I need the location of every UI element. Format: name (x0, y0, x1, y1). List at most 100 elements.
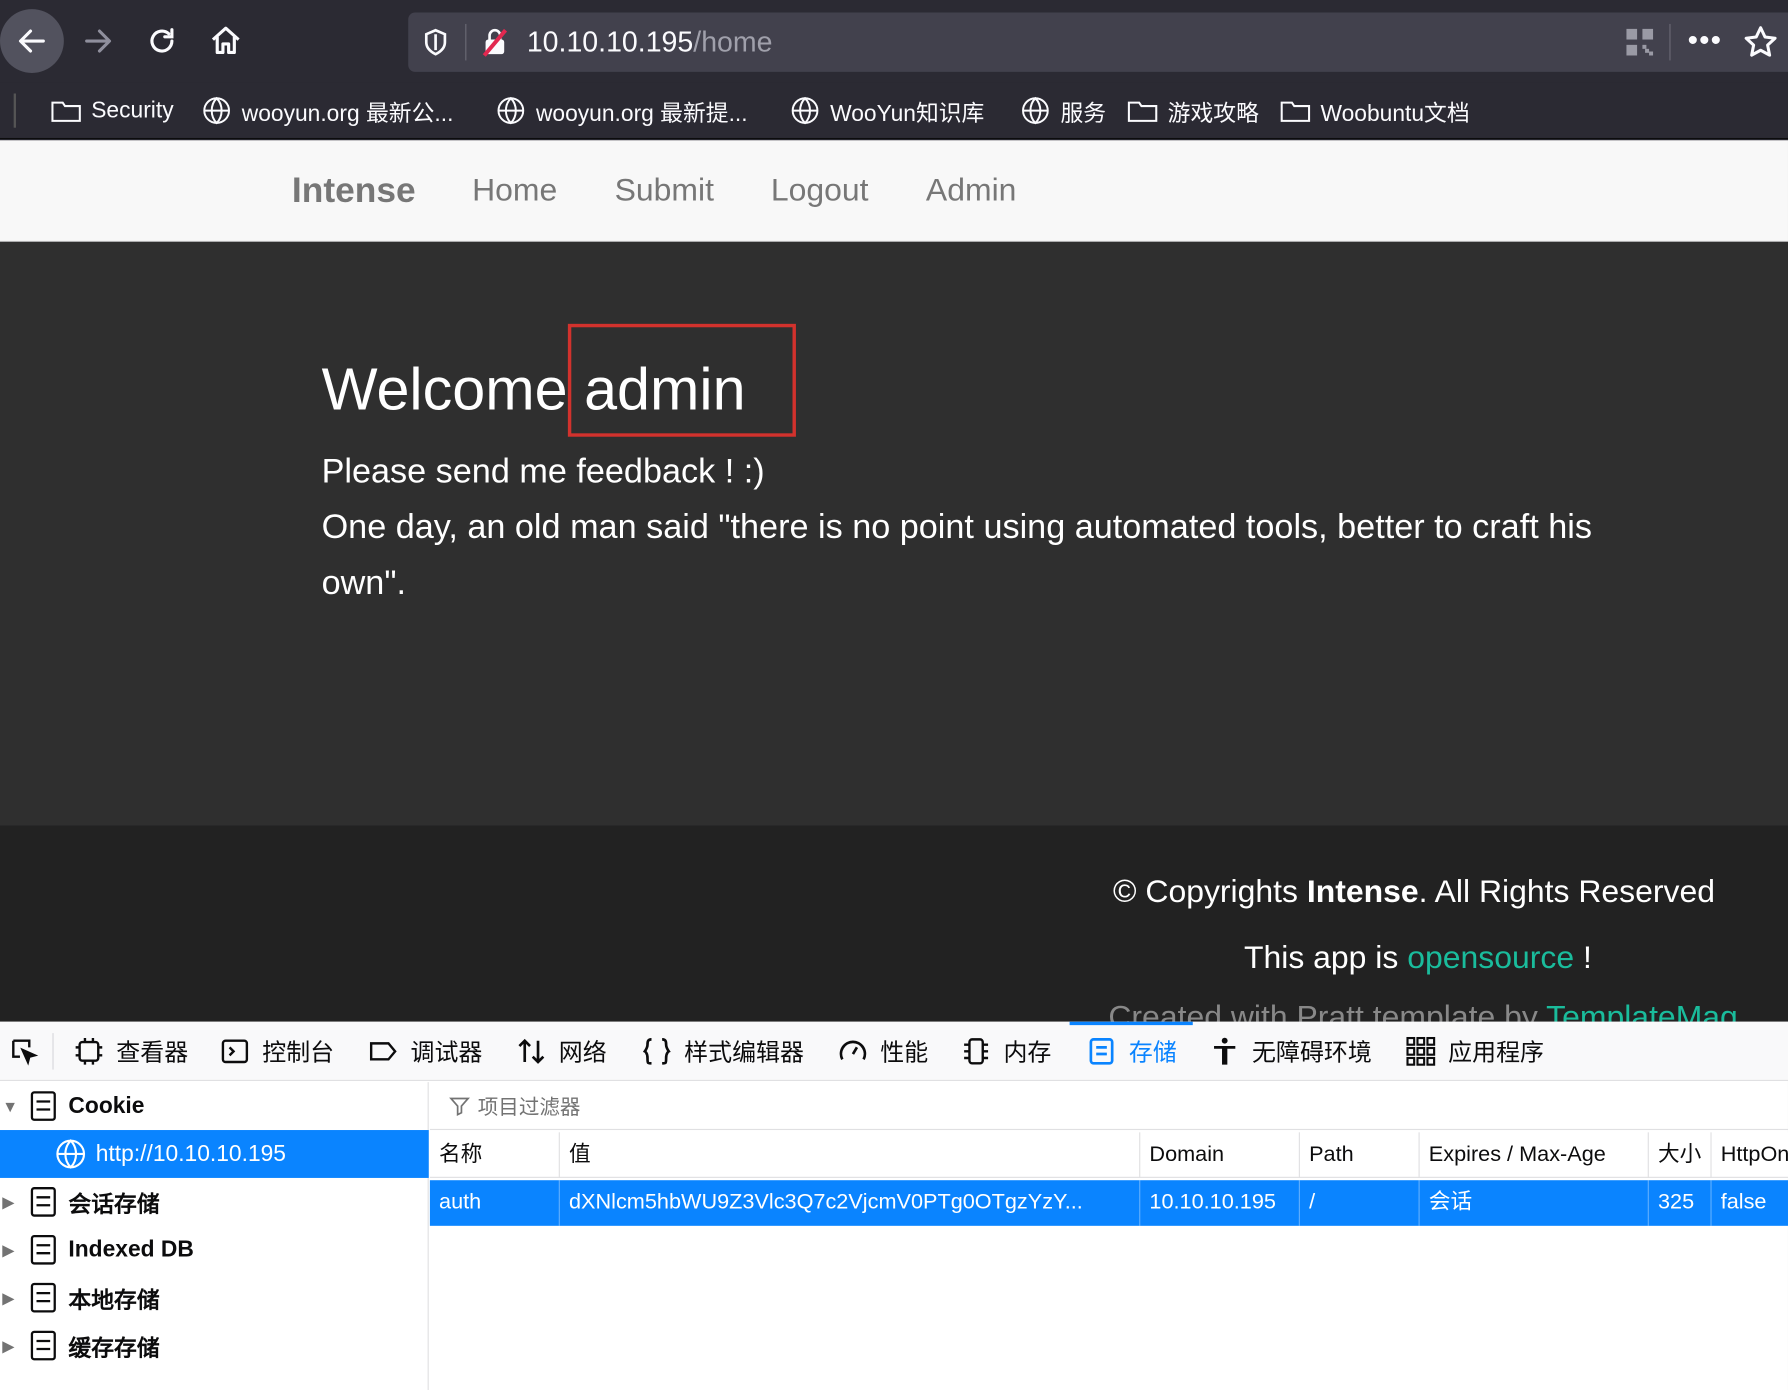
tab-storage[interactable]: 存储 (1069, 1021, 1193, 1081)
tab-accessibility[interactable]: 无障碍环境 (1209, 1022, 1372, 1081)
column-header-name[interactable]: 名称 (430, 1132, 560, 1178)
cell-value[interactable]: dXNlcm5hbWU9Z3Vlc3Q7c2VjcmV0PTg0OTgzYzY.… (560, 1180, 1141, 1226)
tree-local-storage[interactable]: ▶ 本地存储 (0, 1274, 429, 1322)
bookmark-label: wooyun.org 最新提... (535, 100, 748, 127)
tab-inspector[interactable]: 查看器 (73, 1022, 188, 1081)
column-header-value[interactable]: 值 (560, 1132, 1141, 1178)
tree-cookie[interactable]: ▼ Cookie (0, 1082, 429, 1130)
home-button[interactable] (194, 9, 258, 73)
tracking-shield-icon[interactable] (420, 26, 452, 58)
storage-icon (30, 1282, 56, 1313)
tab-style-editor[interactable]: 样式编辑器 (641, 1022, 804, 1081)
column-header-expires[interactable]: Expires / Max-Age (1420, 1132, 1649, 1178)
bookmark-security[interactable]: Security (50, 94, 174, 128)
table-row[interactable]: auth dXNlcm5hbWU9Z3Vlc3Q7c2VjcmV0PTg0OTg… (429, 1180, 1788, 1226)
bookmark-label: wooyun.org 最新公... (241, 100, 454, 127)
globe-icon (56, 1139, 86, 1169)
tab-label: 查看器 (116, 1039, 189, 1067)
tab-network[interactable]: 网络 (515, 1022, 607, 1081)
filter-funnel-icon (449, 1097, 470, 1116)
bookmark-label: 服务 (1060, 100, 1107, 127)
bookmark-wooyun-kb[interactable]: WooYun知识库 (789, 94, 984, 128)
templatemag-link[interactable]: TemplateMag (1546, 999, 1738, 1022)
quote-paragraph: One day, an old man said "there is no po… (321, 508, 1592, 603)
bookmark-label: 游戏攻略 (1167, 100, 1259, 127)
collapsed-twisty-icon[interactable]: ▶ (2, 1336, 20, 1355)
url-path: /home (693, 26, 773, 59)
forward-arrow-icon (85, 29, 112, 53)
cell-size[interactable]: 325 (1649, 1180, 1712, 1226)
back-arrow-icon (18, 29, 45, 53)
tree-label: Cookie (68, 1092, 145, 1119)
copyright-prefix: © Copyrights (1112, 873, 1307, 909)
annotation-highlight-box (567, 323, 796, 437)
tree-cookie-host[interactable]: http://10.10.10.195 (0, 1130, 429, 1178)
folder-icon (1127, 101, 1158, 122)
expanded-twisty-icon[interactable]: ▼ (2, 1097, 20, 1115)
column-header-path[interactable]: Path (1300, 1132, 1420, 1178)
column-header-domain[interactable]: Domain (1140, 1132, 1300, 1178)
folder-icon (51, 101, 81, 122)
bookmark-game-guides[interactable]: 游戏攻略 (1127, 94, 1259, 128)
globe-icon (497, 96, 525, 125)
insecure-lock-icon[interactable] (479, 26, 511, 58)
bookmark-star-icon[interactable] (1742, 24, 1778, 60)
braces-icon (642, 1038, 671, 1065)
column-header-size[interactable]: 大小 (1649, 1132, 1712, 1178)
tab-console[interactable]: 控制台 (219, 1022, 334, 1081)
copyright-text: © Copyrights Intense. All Rights Reserve… (1113, 873, 1715, 909)
back-button[interactable] (0, 9, 64, 73)
opensource-link[interactable]: opensource (1407, 940, 1574, 975)
site-footer: © Copyrights Intense. All Rights Reserve… (0, 825, 1788, 1022)
more-actions-icon[interactable]: ••• (1688, 25, 1729, 58)
tree-cache-storage[interactable]: ▶ 缓存存储 (0, 1322, 429, 1370)
tab-application[interactable]: 应用程序 (1405, 1022, 1544, 1081)
filter-input[interactable]: 项目过滤器 (429, 1082, 1788, 1131)
tree-session-storage[interactable]: ▶ 会话存储 (0, 1178, 429, 1226)
devtools-separator (52, 1033, 54, 1070)
tab-label: 存储 (1128, 1039, 1177, 1067)
tab-memory[interactable]: 内存 (960, 1022, 1051, 1081)
collapsed-twisty-icon[interactable]: ▶ (2, 1192, 20, 1211)
element-picker-icon[interactable] (7, 1035, 41, 1067)
bookmark-woobuntu-docs[interactable]: Woobuntu文档 (1279, 94, 1470, 128)
tab-label: 调试器 (410, 1039, 483, 1067)
site-brand[interactable]: Intense (292, 170, 416, 211)
nav-home[interactable]: Home (472, 172, 557, 208)
tab-debugger[interactable]: 调试器 (367, 1022, 482, 1081)
url-text[interactable]: 10.10.10.195/home (527, 26, 773, 59)
qr-code-icon[interactable] (1624, 26, 1656, 58)
nav-logout[interactable]: Logout (771, 172, 869, 208)
cell-name[interactable]: auth (430, 1180, 560, 1226)
tree-label: 会话存储 (68, 1192, 160, 1218)
bookmark-wooyun-2[interactable]: wooyun.org 最新提... (495, 94, 748, 128)
bookmark-wooyun-1[interactable]: wooyun.org 最新公... (201, 94, 454, 128)
storage-icon (30, 1330, 56, 1361)
nav-admin[interactable]: Admin (926, 172, 1017, 208)
collapsed-twisty-icon[interactable]: ▶ (2, 1288, 20, 1307)
tab-label: 网络 (558, 1039, 607, 1067)
tree-indexed-db[interactable]: ▶ Indexed DB (0, 1226, 429, 1274)
tab-performance[interactable]: 性能 (837, 1022, 928, 1081)
cell-path[interactable]: / (1300, 1180, 1420, 1226)
storage-icon (30, 1234, 56, 1265)
nav-submit[interactable]: Submit (615, 172, 714, 208)
table-header: 名称 值 Domain Path Expires / Max-Age 大小 Ht… (429, 1132, 1788, 1178)
collapsed-twisty-icon[interactable]: ▶ (2, 1240, 20, 1259)
column-header-httponly[interactable]: HttpOnly (1712, 1132, 1788, 1178)
url-separator (465, 23, 467, 61)
feedback-line: Please send me feedback ! :) (321, 452, 765, 491)
forward-button[interactable] (66, 9, 130, 73)
debugger-icon (369, 1042, 397, 1061)
cell-expires[interactable]: 会话 (1420, 1180, 1649, 1226)
url-bar[interactable]: 10.10.10.195/home ••• (408, 12, 1788, 72)
reload-button[interactable] (130, 9, 194, 73)
cell-domain[interactable]: 10.10.10.195 (1140, 1180, 1300, 1226)
opensource-text: This app is opensource ! (1244, 940, 1592, 976)
bookmark-label: WooYun知识库 (830, 100, 985, 127)
bookmark-services[interactable]: 服务 (1019, 94, 1106, 128)
cell-httponly[interactable]: false (1712, 1180, 1788, 1226)
accessibility-icon (1214, 1037, 1236, 1065)
app-grid-icon (1406, 1036, 1436, 1066)
cookie-table-panel: 项目过滤器 名称 值 Domain Path Expires / Max-Age… (429, 1082, 1788, 1390)
